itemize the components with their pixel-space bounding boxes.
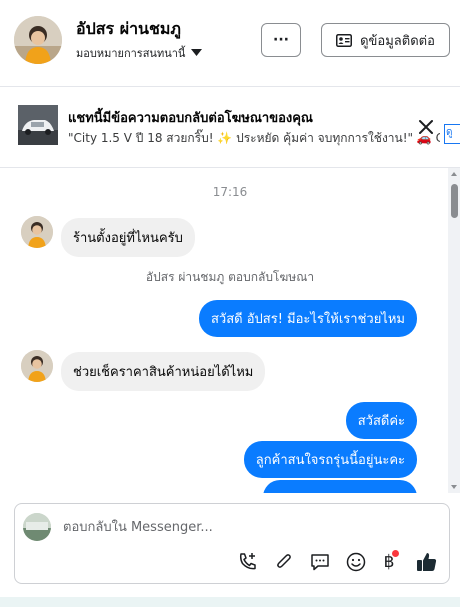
saved-reply-icon[interactable] (308, 550, 332, 574)
scroll-thumb[interactable] (451, 184, 458, 218)
baht-icon[interactable]: ฿ (377, 550, 401, 574)
scroll-up-icon[interactable] (451, 172, 457, 176)
more-options-button[interactable]: ··· (261, 23, 301, 57)
outgoing-message[interactable]: ลูกค้าสนใจรถรุ่นนี้อยู่นะคะ (243, 441, 417, 478)
contact-avatar[interactable] (14, 16, 62, 64)
assign-conversation-dropdown[interactable]: มอบหมายการสนทนานี้ (76, 44, 203, 62)
outgoing-message[interactable]: สวัสดีค่ะ (345, 402, 417, 439)
incoming-message[interactable]: ช่วยเช็คราคาสินค้าหน่อยได้ไหม (61, 352, 266, 391)
sender-avatar[interactable] (21, 350, 53, 382)
thread-scrollbar[interactable] (448, 168, 460, 493)
assign-label: มอบหมายการสนทนานี้ (76, 47, 186, 60)
chevron-down-icon (191, 49, 203, 56)
more-options-label: ··· (273, 32, 289, 48)
contact-card-icon (336, 33, 353, 47)
ad-banner-title: แชทนี้มีข้อความตอบกลับต่อโฆษณาของคุณ (68, 111, 313, 126)
bottom-strip (0, 597, 460, 607)
scroll-down-icon[interactable] (451, 485, 457, 489)
close-icon[interactable] (416, 117, 436, 137)
notification-dot (392, 550, 399, 557)
attachment-icon[interactable] (272, 550, 296, 574)
ad-banner-text[interactable]: "City 1.5 V ปี 18 สวยกริ๊บ! ✨ ประหยัด คุ… (68, 129, 440, 148)
emoji-icon[interactable] (344, 550, 368, 574)
outgoing-message[interactable]: สวัสดี อัปสร! มีอะไรให้เราช่วยไหม (198, 300, 417, 337)
page-avatar (23, 513, 51, 541)
view-contact-label: ดูข้อมูลติดต่อ (360, 33, 435, 49)
message-timestamp: 17:16 (212, 185, 248, 199)
thumbs-up-icon[interactable] (415, 550, 439, 574)
message-thread: 17:16 ร้านตั้งอยู่ที่ไหนครับ อัปสร ผ่านช… (0, 168, 447, 493)
ad-reply-banner: แชทนี้มีข้อความตอบกลับต่อโฆษณาของคุณ "Ci… (0, 87, 460, 168)
ad-reply-note: อัปสร ผ่านชมภู ตอบกลับโฆษณา (145, 270, 315, 284)
conversation-header: อัปสร ผ่านชมภู มอบหมายการสนทนานี้ ··· ดู… (0, 0, 460, 87)
incoming-message[interactable]: ร้านตั้งอยู่ที่ไหนครับ (61, 218, 195, 257)
call-add-icon[interactable] (236, 550, 260, 574)
outgoing-message-partial[interactable] (263, 480, 417, 493)
reply-composer: ฿ (14, 503, 450, 584)
sender-avatar[interactable] (21, 216, 53, 248)
ad-thumbnail[interactable] (18, 105, 58, 145)
contact-name[interactable]: อัปสร ผ่านชมภู (76, 17, 181, 42)
reply-input[interactable] (63, 515, 393, 539)
view-contact-button[interactable]: ดูข้อมูลติดต่อ (321, 23, 450, 57)
view-ad-button[interactable]: ดู (444, 124, 460, 144)
